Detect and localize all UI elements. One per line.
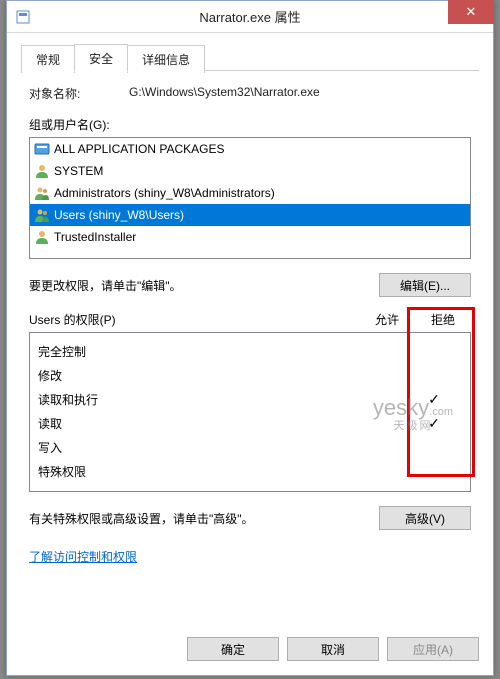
dialog-footer: 确定 取消 应用(A) <box>7 627 493 675</box>
close-icon: ✕ <box>466 4 477 20</box>
group-item-label: Users (shiny_W8\Users) <box>54 208 184 222</box>
security-panel: 对象名称: G:\Windows\System32\Narrator.exe 组… <box>21 71 479 565</box>
perm-deny: ✓ <box>406 391 462 408</box>
perm-deny: ✓ <box>406 415 462 432</box>
perm-name: 读取和执行 <box>38 391 350 408</box>
perm-row: 完全控制 <box>38 339 462 363</box>
apply-button[interactable]: 应用(A) <box>387 637 479 661</box>
permissions-header-deny: 拒绝 <box>415 311 471 328</box>
advanced-button[interactable]: 高级(V) <box>379 506 471 530</box>
ok-button[interactable]: 确定 <box>187 637 279 661</box>
group-item-system[interactable]: SYSTEM <box>30 160 470 182</box>
group-item-label: SYSTEM <box>54 164 103 178</box>
edit-row: 要更改权限，请单击"编辑"。 编辑(E)... <box>29 273 471 297</box>
groups-label: 组或用户名(G): <box>29 116 471 133</box>
group-item-users[interactable]: Users (shiny_W8\Users) <box>30 204 470 226</box>
perm-row: 写入 <box>38 435 462 459</box>
group-icon <box>34 185 50 201</box>
group-item-label: ALL APPLICATION PACKAGES <box>54 142 225 156</box>
user-icon <box>34 229 50 245</box>
permissions-header: Users 的权限(P) 允许 拒绝 <box>29 311 471 328</box>
tab-strip: 常规 安全 详细信息 <box>21 43 479 71</box>
perm-name: 读取 <box>38 415 350 432</box>
content-area: 常规 安全 详细信息 对象名称: G:\Windows\System32\Nar… <box>7 33 493 565</box>
help-link[interactable]: 了解访问控制和权限 <box>29 548 137 565</box>
object-name-label: 对象名称: <box>29 85 129 102</box>
perm-row: 读取和执行 ✓ <box>38 387 462 411</box>
perm-row: 特殊权限 <box>38 459 462 483</box>
cancel-button[interactable]: 取消 <box>287 637 379 661</box>
user-icon <box>34 163 50 179</box>
perm-name: 完全控制 <box>38 343 350 360</box>
permissions-header-allow: 允许 <box>359 311 415 328</box>
tab-details[interactable]: 详细信息 <box>127 45 205 73</box>
group-item-admins[interactable]: Administrators (shiny_W8\Administrators) <box>30 182 470 204</box>
close-button[interactable]: ✕ <box>448 0 494 24</box>
group-list[interactable]: ALL APPLICATION PACKAGES SYSTEM Administ… <box>29 137 471 259</box>
group-item-packages[interactable]: ALL APPLICATION PACKAGES <box>30 138 470 160</box>
permissions-header-name: Users 的权限(P) <box>29 311 359 328</box>
permissions-section: Users 的权限(P) 允许 拒绝 完全控制 修改 <box>29 311 471 492</box>
perm-row: 读取 ✓ <box>38 411 462 435</box>
perm-name: 特殊权限 <box>38 463 350 480</box>
edit-hint: 要更改权限，请单击"编辑"。 <box>29 277 379 294</box>
perm-row: 修改 <box>38 363 462 387</box>
object-name-value: G:\Windows\System32\Narrator.exe <box>129 85 471 102</box>
app-icon <box>15 9 31 25</box>
titlebar: Narrator.exe 属性 ✕ <box>7 1 493 33</box>
edit-button[interactable]: 编辑(E)... <box>379 273 471 297</box>
group-item-label: Administrators (shiny_W8\Administrators) <box>54 186 275 200</box>
object-name-row: 对象名称: G:\Windows\System32\Narrator.exe <box>29 85 471 102</box>
advanced-hint: 有关特殊权限或高级设置，请单击"高级"。 <box>29 510 379 527</box>
group-icon <box>34 207 50 223</box>
tab-general[interactable]: 常规 <box>21 45 75 73</box>
permissions-list: 完全控制 修改 读取和执行 ✓ 读取 <box>29 332 471 492</box>
window-title: Narrator.exe 属性 <box>7 7 493 26</box>
group-item-label: TrustedInstaller <box>54 230 136 244</box>
tab-security[interactable]: 安全 <box>74 44 128 72</box>
advanced-row: 有关特殊权限或高级设置，请单击"高级"。 高级(V) <box>29 506 471 530</box>
package-icon <box>34 141 50 157</box>
perm-name: 修改 <box>38 367 350 384</box>
group-item-trusted[interactable]: TrustedInstaller <box>30 226 470 248</box>
properties-dialog: Narrator.exe 属性 ✕ 常规 安全 详细信息 对象名称: G:\Wi… <box>6 0 494 676</box>
perm-name: 写入 <box>38 439 350 456</box>
